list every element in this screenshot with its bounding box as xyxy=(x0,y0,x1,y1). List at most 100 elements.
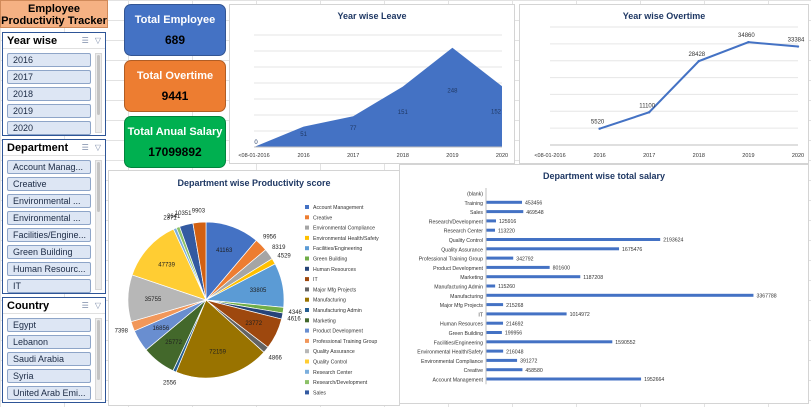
multi-select-icon[interactable]: ☰ xyxy=(82,301,89,310)
salary-bar xyxy=(486,303,504,307)
data-label: 34860 xyxy=(738,33,755,39)
department-slicer-scrollbar[interactable] xyxy=(95,160,102,290)
data-point xyxy=(648,111,651,114)
salary-bar xyxy=(486,275,581,279)
legend-swatch xyxy=(305,349,309,354)
legend-label: Facilities/Engineering xyxy=(313,246,362,252)
data-label: 214692 xyxy=(506,321,523,327)
data-label: 25772 xyxy=(165,340,182,346)
clear-filter-icon[interactable]: ▽ xyxy=(95,36,101,45)
data-label: 5520 xyxy=(591,120,605,126)
legend-label: Environmental Health/Safety xyxy=(313,236,379,242)
country-slicer-item[interactable]: Lebanon xyxy=(7,335,91,349)
legend-swatch xyxy=(305,256,309,261)
x-tick-label: 2016 xyxy=(297,153,309,159)
data-label: 469548 xyxy=(526,210,543,216)
salary-bar xyxy=(486,331,502,334)
y-tick-label: Sales xyxy=(470,210,483,216)
data-label: 10351 xyxy=(175,211,192,217)
kpi-value: 689 xyxy=(164,33,186,47)
multi-select-icon[interactable]: ☰ xyxy=(82,143,89,152)
legend-swatch xyxy=(305,205,309,209)
salary-bar xyxy=(486,247,620,251)
legend-swatch xyxy=(305,328,309,333)
data-label: 1952664 xyxy=(644,377,664,383)
legend-label: Creative xyxy=(313,215,332,221)
department-slicer-item[interactable]: Facilities/Engine... xyxy=(7,228,91,242)
year-slicer-scrollbar[interactable] xyxy=(95,53,102,133)
y-tick-label: Green Building xyxy=(449,331,483,337)
legend-label: Research/Development xyxy=(313,380,368,386)
department-slicer: Department ☰ ▽ Account Manag... Creative Env… xyxy=(2,139,106,294)
data-label: 77 xyxy=(350,126,357,132)
y-tick-label: Quality Assurance xyxy=(441,247,483,253)
clear-filter-icon[interactable]: ▽ xyxy=(95,301,101,310)
country-slicer-scrollbar[interactable] xyxy=(95,318,102,400)
department-slicer-item[interactable]: Account Manag... xyxy=(7,160,91,174)
y-tick-label: Product Development xyxy=(433,266,483,272)
salary-bar xyxy=(486,210,524,214)
multi-select-icon[interactable]: ☰ xyxy=(82,36,89,45)
legend-label: Manufacturing xyxy=(313,298,346,304)
data-label: 47739 xyxy=(158,262,175,268)
kpi-total-salary: Total Anual Salary 17099892 xyxy=(124,116,226,168)
year-slicer-item[interactable]: 2017 xyxy=(7,70,91,84)
kpi-value: 17099892 xyxy=(148,145,202,159)
salary-bar-chart[interactable]: Department wise total salary (blank) Trai… xyxy=(399,164,809,404)
department-slicer-item[interactable]: IT xyxy=(7,279,91,293)
y-tick-label: Training xyxy=(464,201,483,207)
kpi-label: Total Overtime xyxy=(136,70,214,82)
data-label: 152 xyxy=(491,110,502,116)
data-label: 216048 xyxy=(506,349,523,355)
data-label: 248 xyxy=(447,88,458,94)
legend-label: Account Management xyxy=(313,205,364,211)
legend-label: Major Mfg Projects xyxy=(313,287,357,293)
legend-swatch xyxy=(305,266,309,271)
data-label: 9903 xyxy=(192,208,206,214)
data-label: 458580 xyxy=(525,368,542,374)
y-tick-label: Marketing xyxy=(460,275,483,281)
data-label: 2556 xyxy=(163,380,177,386)
data-label: 115260 xyxy=(498,284,515,290)
legend-label: Human Resources xyxy=(313,267,356,273)
data-label: 33384 xyxy=(788,38,805,44)
salary-bar xyxy=(486,340,613,344)
country-slicer-item[interactable]: United Arab Emi... xyxy=(7,386,91,400)
department-slicer-item[interactable]: Environmental ... xyxy=(7,194,91,208)
x-tick-label: 2017 xyxy=(643,153,655,159)
department-slicer-item[interactable]: Creative xyxy=(7,177,91,191)
country-slicer-item[interactable]: Saudi Arabia xyxy=(7,352,91,366)
year-slicer-item[interactable]: 2016 xyxy=(7,53,91,67)
productivity-pie-chart[interactable]: Department wise Productivity score 41163… xyxy=(108,170,400,406)
country-slicer-item[interactable]: Egypt xyxy=(7,318,91,332)
data-point xyxy=(598,127,601,130)
department-slicer-item[interactable]: Green Building xyxy=(7,245,91,259)
data-point xyxy=(796,45,800,48)
legend-swatch xyxy=(305,338,309,343)
year-leave-chart[interactable]: Year wise Leave 0 <08-01-2016 51 2016 77 2017… xyxy=(229,4,515,164)
country-slicer: Country ☰ ▽ Egypt Lebanon Saudi Arabia Syria U… xyxy=(2,297,106,403)
salary-bar xyxy=(486,293,754,297)
year-overtime-chart[interactable]: Year wise Overtime 5520 11100 28428 34860 33… xyxy=(519,4,809,164)
kpi-total-overtime: Total Overtime 9441 xyxy=(124,60,226,112)
data-point xyxy=(747,40,750,44)
y-tick-label: Research Center xyxy=(444,229,483,235)
clear-filter-icon[interactable]: ▽ xyxy=(95,143,101,152)
y-tick-label: Human Resources xyxy=(440,322,483,328)
country-slicer-item[interactable]: Syria xyxy=(7,369,91,383)
data-label: 215268 xyxy=(506,303,523,309)
data-label: 2193624 xyxy=(663,238,683,244)
data-label: 11100 xyxy=(639,103,655,109)
year-slicer-item[interactable]: 2019 xyxy=(7,104,91,118)
salary-bar xyxy=(486,200,523,204)
year-slicer-item[interactable]: 2018 xyxy=(7,87,91,101)
salary-bar xyxy=(486,312,567,316)
year-slicer-item[interactable]: 2020 xyxy=(7,121,91,135)
department-slicer-item[interactable]: Human Resourc... xyxy=(7,262,91,276)
department-slicer-item[interactable]: Environmental ... xyxy=(7,211,91,225)
data-label: 7398 xyxy=(115,328,129,334)
data-label: 4529 xyxy=(277,253,291,259)
data-label: 1187208 xyxy=(583,275,603,281)
legend-label: Professional Training Group xyxy=(313,339,377,345)
y-tick-label: IT xyxy=(478,312,483,318)
